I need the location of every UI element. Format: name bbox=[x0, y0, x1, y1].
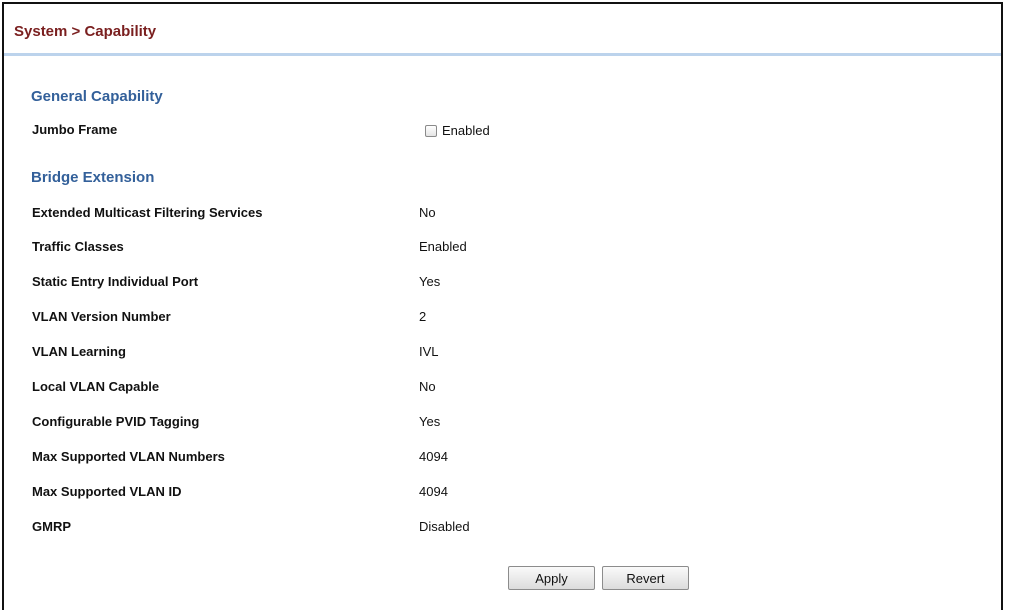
row-value-max-supported-vlan-numbers: 4094 bbox=[419, 449, 448, 464]
general-capability-heading: General Capability bbox=[31, 88, 163, 105]
row-label-static-entry-individual-port: Static Entry Individual Port bbox=[32, 274, 199, 289]
row-label-max-supported-vlan-id: Max Supported VLAN ID bbox=[32, 484, 182, 499]
row-label-gmrp: GMRP bbox=[32, 519, 71, 534]
row-label-traffic-classes: Traffic Classes bbox=[32, 239, 124, 254]
apply-button[interactable]: Apply bbox=[508, 566, 595, 590]
row-label-local-vlan-capable: Local VLAN Capable bbox=[32, 379, 160, 394]
revert-button[interactable]: Revert bbox=[602, 566, 689, 590]
jumbo-frame-label: Jumbo Frame bbox=[32, 122, 118, 137]
row-value-local-vlan-capable: No bbox=[419, 379, 436, 394]
row-label-vlan-learning: VLAN Learning bbox=[32, 344, 126, 359]
page-header: System > Capability bbox=[4, 4, 1001, 56]
row-label-configurable-pvid-tagging: Configurable PVID Tagging bbox=[32, 414, 200, 429]
row-value-vlan-version-number: 2 bbox=[419, 309, 427, 324]
row-value-vlan-learning: IVL bbox=[419, 344, 439, 359]
jumbo-frame-control[interactable]: Enabled bbox=[425, 123, 490, 138]
row-label-max-supported-vlan-numbers: Max Supported VLAN Numbers bbox=[32, 449, 225, 464]
row-label-vlan-version-number: VLAN Version Number bbox=[32, 309, 171, 324]
row-value-max-supported-vlan-id: 4094 bbox=[419, 484, 448, 499]
page-title: System > Capability bbox=[14, 23, 157, 40]
jumbo-frame-checkbox-label[interactable]: Enabled bbox=[442, 123, 490, 138]
row-value-configurable-pvid-tagging: Yes bbox=[419, 414, 441, 429]
bridge-extension-heading: Bridge Extension bbox=[31, 169, 155, 186]
row-label-extended-multicast-filtering: Extended Multicast Filtering Services bbox=[32, 205, 263, 220]
row-value-extended-multicast-filtering: No bbox=[419, 205, 436, 220]
row-value-gmrp: Disabled bbox=[419, 519, 470, 534]
row-value-traffic-classes: Enabled bbox=[419, 239, 467, 254]
row-value-static-entry-individual-port: Yes bbox=[419, 274, 441, 289]
jumbo-frame-checkbox[interactable] bbox=[425, 124, 437, 137]
